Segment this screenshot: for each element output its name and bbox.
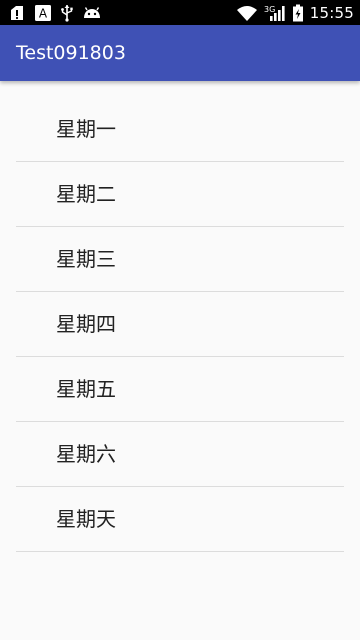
list-item[interactable]: 星期天 [16, 487, 344, 552]
battery-icon [292, 4, 304, 22]
list-item[interactable]: 星期五 [16, 357, 344, 422]
list-item[interactable]: 星期六 [16, 422, 344, 487]
app-screen: A 3G 15:55 Test091803 星期一 星期二 星期三 星期四 星期… [0, 0, 360, 640]
status-bar: A 3G 15:55 [0, 0, 360, 25]
list-item-label: 星期六 [56, 442, 116, 466]
list-item-label: 星期一 [56, 117, 116, 141]
status-system: 3G 15:55 [236, 0, 354, 25]
list-item[interactable]: 星期三 [16, 227, 344, 292]
list-item-label: 星期天 [56, 507, 116, 531]
list-item[interactable]: 星期一 [16, 97, 344, 162]
app-title: Test091803 [16, 42, 126, 64]
keyboard-letter: A [39, 6, 48, 20]
list-item-label: 星期三 [56, 247, 116, 271]
list-item-label: 星期四 [56, 312, 116, 336]
list-item[interactable]: 星期四 [16, 292, 344, 357]
list-item-label: 星期二 [56, 182, 116, 206]
list-item-label: 星期五 [56, 377, 116, 401]
network-type-label: 3G [264, 5, 275, 14]
alert-download-icon [8, 4, 26, 22]
status-time: 15:55 [309, 3, 354, 22]
app-bar: Test091803 [0, 25, 360, 81]
weekday-list: 星期一星期二星期三星期四星期五星期六星期天 [16, 97, 344, 552]
status-notifications: A [8, 3, 102, 22]
keyboard-a-icon: A [34, 4, 52, 22]
wifi-icon [236, 4, 258, 22]
cell-signal-icon: 3G [264, 4, 286, 22]
usb-icon [60, 4, 74, 22]
android-icon [82, 5, 102, 21]
list-item[interactable]: 星期二 [16, 162, 344, 227]
